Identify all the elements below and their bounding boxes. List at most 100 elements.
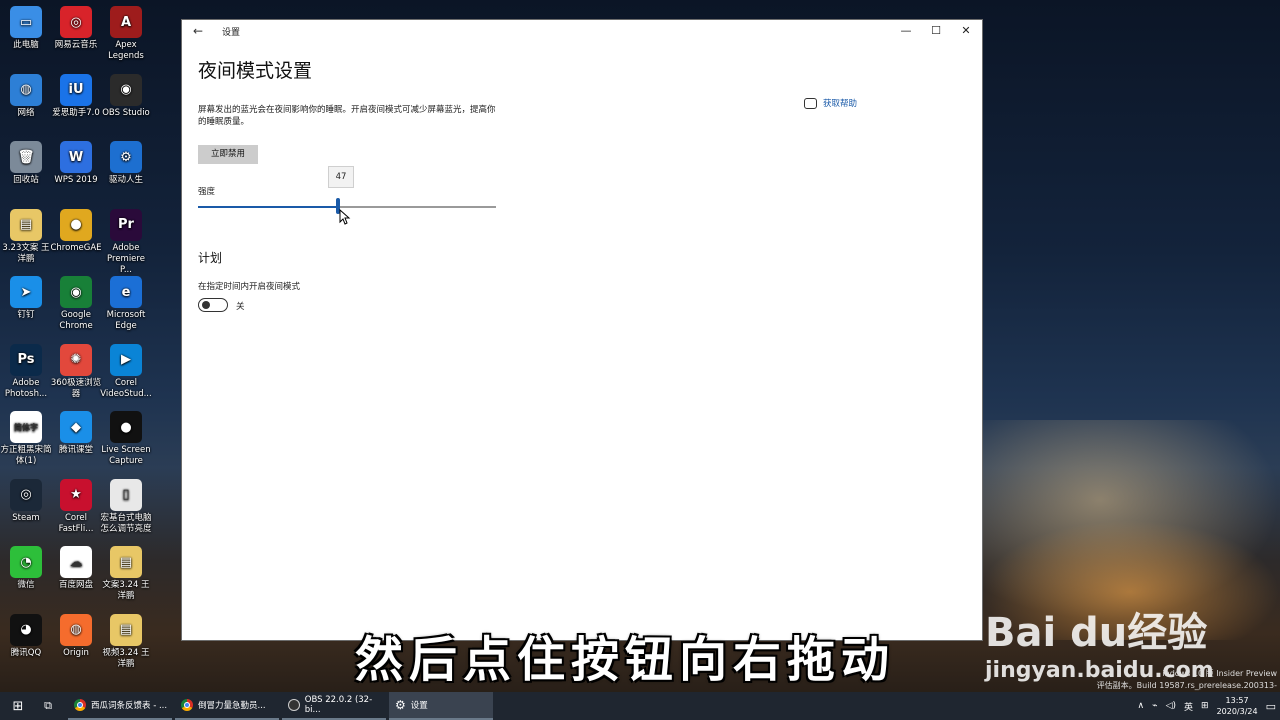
desktop-icon-label: 网络 xyxy=(17,107,35,118)
desktop-icon[interactable]: ▭ 此电脑 xyxy=(0,6,52,51)
network-icon[interactable]: ⌁ xyxy=(1152,701,1157,711)
maximize-button[interactable]: ☐ xyxy=(921,20,951,42)
schedule-heading: 计划 xyxy=(198,251,223,265)
clock[interactable]: 13:57 2020/3/24 xyxy=(1217,695,1258,717)
strength-label: 强度 xyxy=(198,187,216,197)
desktop-icon-label: 爱思助手7.0 xyxy=(52,107,100,118)
app-icon: ▤ xyxy=(110,546,142,578)
title-bar: ← 设置 — ☐ ✕ xyxy=(182,20,982,42)
app-icon: 🗑 xyxy=(10,141,42,173)
desktop-icon[interactable]: ◍ Origin xyxy=(50,613,102,659)
get-help-link[interactable]: 获取帮助 xyxy=(804,97,857,109)
schedule-toggle[interactable] xyxy=(198,298,228,312)
desktop-icon[interactable]: Ps Adobe Photosh... xyxy=(0,343,52,400)
app-icon: ▶ xyxy=(110,343,142,376)
app-icon: ▯ xyxy=(110,478,142,511)
desktop-icon-label: 腾讯QQ xyxy=(10,647,42,658)
desktop-icon-label: Steam xyxy=(12,512,40,523)
app-icon: Pr xyxy=(110,208,142,241)
app-icon: ◎ xyxy=(60,6,92,38)
toggle-knob xyxy=(202,301,210,309)
taskbar-app-2[interactable]: 倒冒力量急勤员... xyxy=(175,692,279,720)
app-icon: ◉ xyxy=(60,276,92,308)
strength-slider[interactable] xyxy=(198,198,496,214)
input-mode-icon[interactable]: ⊞ xyxy=(1201,701,1209,711)
settings-window: ← 设置 — ☐ ✕ 夜间模式设置 屏幕发出的蓝光会在夜间影响你的睡眠。开启夜间… xyxy=(182,20,982,640)
video-subtitle: 然后点住按钮向右拖动 xyxy=(355,632,896,688)
app-icon: ➤ xyxy=(10,276,42,308)
gear-icon: ⚙ xyxy=(395,698,406,712)
taskbar: ⊞ ⧉ 西瓜词条反馈表 - ... 倒冒力量急勤员... OBS 22.0.2 … xyxy=(0,692,1280,720)
desktop-icon-label: Corel FastFli... xyxy=(58,512,94,534)
back-button[interactable]: ← xyxy=(190,23,206,39)
desktop-icon[interactable]: ◉ OBS Studio xyxy=(100,73,152,119)
desktop-icon[interactable]: 🗑 回收站 xyxy=(0,141,52,186)
desktop-icon[interactable]: ☁ 百度网盘 xyxy=(50,546,102,591)
close-button[interactable]: ✕ xyxy=(951,20,981,42)
desktop-icon[interactable]: e Microsoft Edge xyxy=(100,276,152,332)
desktop-icon-label: 此电脑 xyxy=(13,40,39,50)
app-icon: ⚙ xyxy=(110,141,142,173)
app-icon: ◆ xyxy=(60,411,92,443)
desktop-icon[interactable]: ◆ 腾讯课堂 xyxy=(50,411,102,456)
desktop-icon[interactable]: W WPS 2019 xyxy=(50,141,102,186)
desktop-icon[interactable]: ◍ 网络 xyxy=(0,73,52,119)
taskbar-app-label: 设置 xyxy=(410,701,428,711)
desktop-icon[interactable]: ◉ Google Chrome xyxy=(50,276,102,332)
desktop-icon[interactable]: ⚙ 驱动人生 xyxy=(100,141,152,186)
app-icon: ◎ xyxy=(10,478,42,511)
taskbar-app-3[interactable]: OBS 22.0.2 (32-bi... xyxy=(282,692,386,720)
app-icon: ◍ xyxy=(10,73,42,106)
desktop-icon-label: 腾讯课堂 xyxy=(58,445,93,455)
desktop-icon-label: Apex Legends xyxy=(108,40,144,61)
app-icon: ★ xyxy=(60,478,92,511)
minimize-button[interactable]: — xyxy=(891,20,921,42)
volume-icon[interactable]: ◁) xyxy=(1166,701,1176,711)
desktop-icon-label: Origin xyxy=(63,647,89,658)
desktop-icon[interactable]: ▤ 文案3.24 王洋鹏 xyxy=(100,546,152,602)
desktop-icon[interactable]: ◔ 微信 xyxy=(0,546,52,591)
desktop-icon-label: OBS Studio xyxy=(102,107,150,118)
watermark-line-1: indows 10 版 Insider Preview xyxy=(1162,669,1277,678)
desktop-icon[interactable]: ▶ Corel VideoStud... xyxy=(100,343,152,400)
desktop-icon-label: Adobe Premiere P... xyxy=(107,242,145,275)
taskbar-app-1[interactable]: 西瓜词条反馈表 - ... xyxy=(68,692,172,720)
clock-date: 2020/3/24 xyxy=(1216,707,1258,716)
desktop-icon-label: Adobe Photosh... xyxy=(4,377,48,399)
desktop-icon-label: Corel VideoStud... xyxy=(100,377,152,399)
app-icon: ◉ xyxy=(110,73,142,106)
desktop-icon[interactable]: ◎ 网易云音乐 xyxy=(50,6,102,51)
ime-indicator[interactable]: 英 xyxy=(1184,700,1193,713)
start-button[interactable]: ⊞ xyxy=(6,692,30,720)
desktop-icon-label: 驱动人生 xyxy=(108,175,143,185)
desktop-icon[interactable]: ▯ 宏基台式电脑 怎么调节亮度 xyxy=(100,478,152,535)
get-help-label: 获取帮助 xyxy=(823,99,858,109)
desktop-icon[interactable]: ● Live Screen Capture xyxy=(100,411,152,467)
desktop-icon[interactable]: ➤ 钉钉 xyxy=(0,276,52,321)
disable-now-button[interactable]: 立即禁用 xyxy=(198,145,258,164)
app-icon: e xyxy=(110,276,142,308)
desktop-icon[interactable]: ▤ 视频3.24 王洋鹏 xyxy=(100,613,152,670)
show-hidden-icons-button[interactable]: ∧ xyxy=(1138,701,1145,711)
desktop-icon[interactable]: ✺ 360极速浏览器 xyxy=(50,343,102,400)
desktop-icon-label: 360极速浏览器 xyxy=(50,377,102,399)
desktop-icon[interactable]: iU 爱思助手7.0 xyxy=(50,73,102,119)
desktop-icon[interactable]: ◕ 腾讯QQ xyxy=(0,613,52,659)
app-icon: ✺ xyxy=(60,343,92,376)
desktop-icon[interactable]: Pr Adobe Premiere P... xyxy=(100,208,152,276)
task-view-button[interactable]: ⧉ xyxy=(38,692,58,720)
notification-icon[interactable]: ▭ xyxy=(1266,700,1276,713)
desktop-icon[interactable]: 简体字 方正粗黑宋简体(1) xyxy=(0,411,52,467)
desktop-icon[interactable]: ★ Corel FastFli... xyxy=(50,478,102,535)
app-icon: ◔ xyxy=(10,546,42,578)
desktop-icon-label: 微信 xyxy=(17,580,35,590)
app-icon: ☁ xyxy=(60,546,92,578)
desktop-icon[interactable]: ▤ 3.23文案 王洋鹏 xyxy=(0,208,52,265)
desktop-icon[interactable]: A Apex Legends xyxy=(100,6,152,62)
app-icon: ▤ xyxy=(10,208,42,241)
desktop-icon[interactable]: ◎ Steam xyxy=(0,478,52,524)
taskbar-app-4[interactable]: ⚙ 设置 xyxy=(389,692,493,720)
clock-time: 13:57 xyxy=(1225,696,1249,705)
desktop-icon[interactable]: ● ChromeGAE xyxy=(50,208,102,254)
app-icon: ● xyxy=(110,411,142,443)
